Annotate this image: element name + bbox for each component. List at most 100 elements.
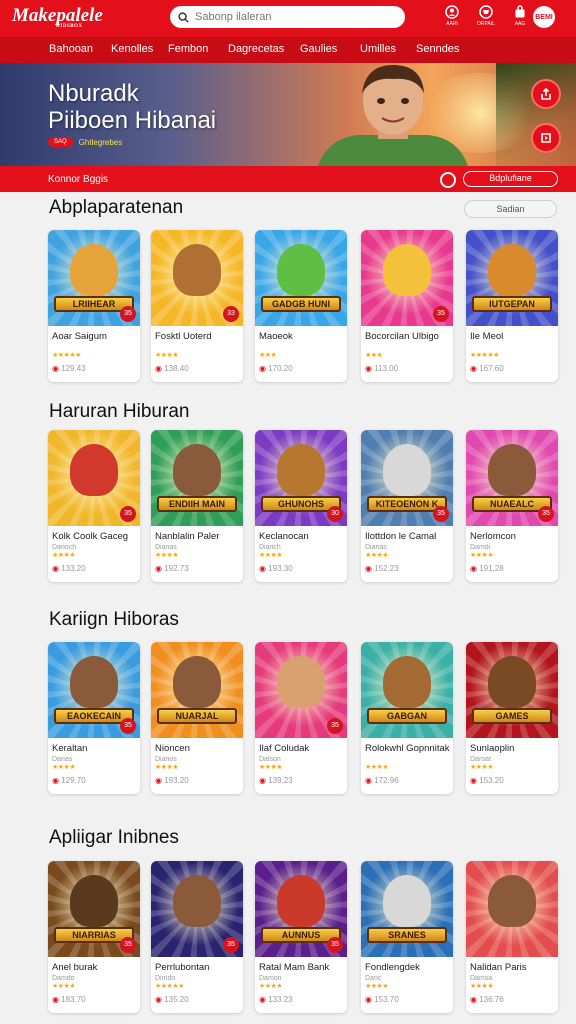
- product-card[interactable]: 33 Fosktl Uoterd ★★★★ ◉ 138.40: [151, 230, 243, 382]
- cart-icon: [479, 5, 493, 19]
- product-image[interactable]: GADGB HUNI: [255, 230, 347, 326]
- product-name[interactable]: Bocorcilan Ulbigo: [365, 331, 453, 342]
- product-name[interactable]: Nerlomcon: [470, 531, 558, 542]
- product-card[interactable]: KITEOENON K 35 Ilottdon le Camal Dianas ★★★★…: [361, 430, 453, 582]
- product-image[interactable]: 35: [151, 861, 243, 957]
- rating-stars: ★★★★: [365, 983, 389, 990]
- product-image[interactable]: AUNNUS 35: [255, 861, 347, 957]
- product-name[interactable]: Maoeok: [259, 331, 347, 342]
- rating-stars: ★★★★: [470, 983, 494, 990]
- product-card[interactable]: LRIIHEAR 35 Aoar Saigum ★★★★★ ◉ 129.43: [48, 230, 140, 382]
- product-image[interactable]: KITEOENON K 35: [361, 430, 453, 526]
- nav-item[interactable]: Umilles: [360, 43, 396, 55]
- product-image[interactable]: GHUNOHS 30: [255, 430, 347, 526]
- price-value: 129.70: [61, 776, 86, 785]
- product-image[interactable]: 35: [255, 642, 347, 738]
- product-card[interactable]: GAMES Sunlaoplin Daroat ★★★★ ◉ 153.20: [466, 642, 558, 794]
- product-image[interactable]: GAMES: [466, 642, 558, 738]
- rating-stars: ★★★: [259, 352, 277, 359]
- avatar[interactable]: BEMI: [533, 6, 555, 28]
- product-name[interactable]: Rolokwhl Gopnnitak: [365, 743, 453, 754]
- product-card[interactable]: GABGAN Rolokwhl Gopnnitak ★★★★ ◉ 172.96: [361, 642, 453, 794]
- price-value: 167.60: [479, 364, 504, 373]
- product-card[interactable]: NIARRIAS 35 Anel burak Damdo ★★★★ ◉ 183.70: [48, 861, 140, 1013]
- product-card[interactable]: SRANES Fondlengdek Danc ★★★★ ◉ 153.70: [361, 861, 453, 1013]
- price-icon: ◉: [155, 364, 165, 373]
- product-price: ◉ 138.40: [155, 364, 189, 373]
- product-name[interactable]: Anel burak: [52, 962, 140, 973]
- product-card[interactable]: 35 Bocorcilan Ulbigo ★★★ ◉ 113.00: [361, 230, 453, 382]
- rating-stars: ★★★★: [259, 552, 283, 559]
- product-name[interactable]: Perrlubontan: [155, 962, 243, 973]
- nav-item[interactable]: Bahooan: [49, 43, 93, 55]
- product-image[interactable]: 35: [361, 230, 453, 326]
- section-button[interactable]: Sadian: [464, 200, 557, 218]
- filter-search-icon[interactable]: [440, 172, 456, 188]
- product-name[interactable]: Fondlengdek: [365, 962, 453, 973]
- product-name[interactable]: Ilottdon le Camal: [365, 531, 453, 542]
- character-figure: [70, 875, 118, 927]
- product-name[interactable]: Kolk Coolk Gaceg: [52, 531, 140, 542]
- product-name[interactable]: Nanblalin Paler: [155, 531, 243, 542]
- product-image[interactable]: GABGAN: [361, 642, 453, 738]
- search-input[interactable]: [195, 11, 395, 23]
- product-card[interactable]: EAOKECAIN 35 Keraltan Darias ★★★★ ◉ 129.70: [48, 642, 140, 794]
- hero-banner[interactable]: Nburadk Piiboen Hibanai SAQ Ghtlegrebes: [0, 63, 576, 166]
- search-box[interactable]: [170, 6, 405, 28]
- product-card[interactable]: 35 Perrlubontan Dimdo ★★★★★ ◉ 135.20: [151, 861, 243, 1013]
- product-card[interactable]: Nalidan Paris Damsa ★★★★ ◉ 136.76: [466, 861, 558, 1013]
- logo[interactable]: Makepalele KIDSBOX: [12, 6, 122, 30]
- next-button[interactable]: [531, 123, 561, 153]
- product-brand: Dianos: [155, 756, 177, 763]
- product-image[interactable]: 33: [151, 230, 243, 326]
- product-card[interactable]: NUARJAL Nioncen Dianos ★★★★ ◉ 193.20: [151, 642, 243, 794]
- product-image[interactable]: NUAEALC 35: [466, 430, 558, 526]
- nav-item[interactable]: Gaulies: [300, 43, 337, 55]
- hero-pill[interactable]: SAQ: [48, 137, 73, 147]
- product-card[interactable]: 35 Kolk Coolk Gaceg Darioch ★★★★ ◉ 133.20: [48, 430, 140, 582]
- product-card[interactable]: GHUNOHS 30 Keclanocan Dianch ★★★★ ◉ 193.30: [255, 430, 347, 582]
- product-card[interactable]: ENDIIH MAIN Nanblalin Paler Dianas ★★★★ ◉ 19…: [151, 430, 243, 582]
- product-image[interactable]: 35: [48, 430, 140, 526]
- product-price: ◉ 170.20: [259, 364, 293, 373]
- bag-icon: [515, 5, 525, 18]
- product-name[interactable]: Fosktl Uoterd: [155, 331, 243, 342]
- rating-stars: ★★★★: [470, 764, 494, 771]
- product-card[interactable]: NUAEALC 35 Nerlomcon Damdi ★★★★ ◉ 191.28: [466, 430, 558, 582]
- product-image[interactable]: LRIIHEAR 35: [48, 230, 140, 326]
- rating-stars: ★★★★: [259, 983, 283, 990]
- product-name[interactable]: Ile Meol: [470, 331, 558, 342]
- product-price: ◉ 192.73: [155, 564, 189, 573]
- product-image[interactable]: NUARJAL: [151, 642, 243, 738]
- product-card[interactable]: GADGB HUNI Maoeok ★★★ ◉ 170.20: [255, 230, 347, 382]
- filter-button[interactable]: Bdplufiane: [463, 171, 558, 187]
- price-icon: ◉: [365, 995, 375, 1004]
- cart-button[interactable]: ORPAIL: [474, 5, 498, 27]
- product-image[interactable]: EAOKECAIN 35: [48, 642, 140, 738]
- product-image[interactable]: IUTGEPAN: [466, 230, 558, 326]
- product-image[interactable]: SRANES: [361, 861, 453, 957]
- product-name[interactable]: Nioncen: [155, 743, 243, 754]
- nav-item[interactable]: Senndes: [416, 43, 459, 55]
- bag-button[interactable]: AAG: [508, 5, 532, 27]
- nav-item[interactable]: Fembon: [168, 43, 208, 55]
- product-card[interactable]: AUNNUS 35 Ratal Mam Bank Damon ★★★★ ◉ 133.23: [255, 861, 347, 1013]
- product-name[interactable]: Sunlaoplin: [470, 743, 558, 754]
- product-image[interactable]: [466, 861, 558, 957]
- hero-tag: SAQ Ghtlegrebes: [48, 137, 122, 147]
- product-brand: Dianas: [155, 544, 177, 551]
- product-name[interactable]: Ilaf Coludak: [259, 743, 347, 754]
- product-name[interactable]: Keclanocan: [259, 531, 347, 542]
- nav-item[interactable]: Dagrecetas: [228, 43, 284, 55]
- product-image[interactable]: NIARRIAS 35: [48, 861, 140, 957]
- share-button[interactable]: [531, 79, 561, 109]
- product-name[interactable]: Keraltan: [52, 743, 140, 754]
- product-name[interactable]: Nalidan Paris: [470, 962, 558, 973]
- product-name[interactable]: Aoar Saigum: [52, 331, 140, 342]
- product-card[interactable]: 35 Ilaf Coludak Dalson ★★★★ ◉ 139.23: [255, 642, 347, 794]
- account-button[interactable]: AARI: [440, 5, 464, 27]
- product-card[interactable]: IUTGEPAN Ile Meol ★★★★★ ◉ 167.60: [466, 230, 558, 382]
- nav-item[interactable]: Kenolles: [111, 43, 153, 55]
- product-image[interactable]: ENDIIH MAIN: [151, 430, 243, 526]
- product-name[interactable]: Ratal Mam Bank: [259, 962, 347, 973]
